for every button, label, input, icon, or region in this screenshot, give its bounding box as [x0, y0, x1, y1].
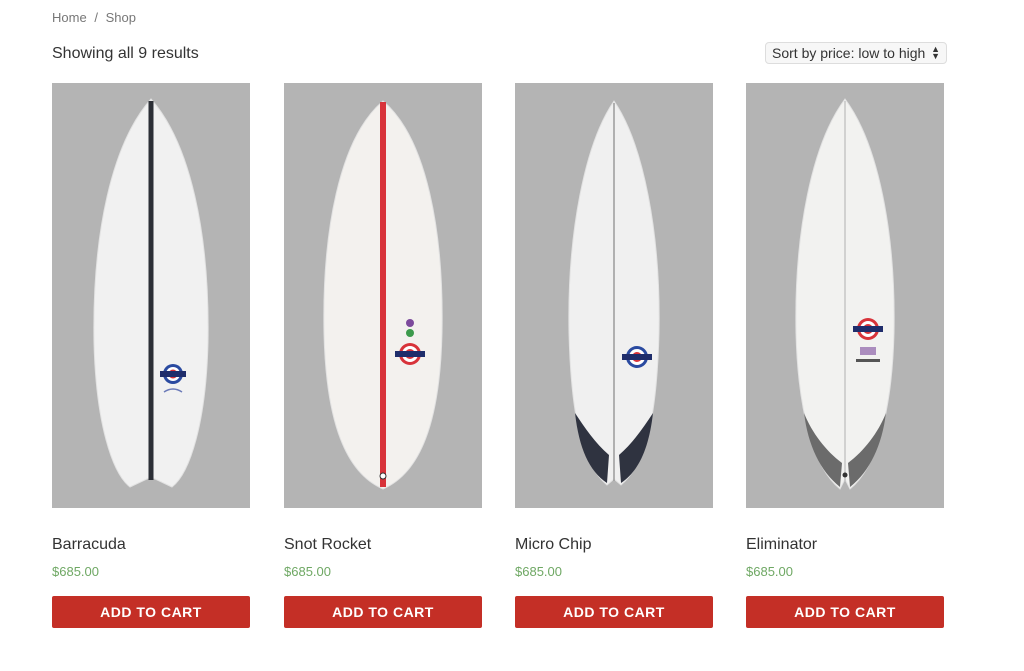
product-price: $685.00: [284, 564, 331, 579]
surfboard-image: [795, 98, 895, 490]
product-title[interactable]: Eliminator: [746, 535, 944, 555]
surfboard-image: [93, 98, 209, 488]
add-to-cart-button[interactable]: ADD TO CART: [515, 596, 713, 628]
product-price: $685.00: [52, 564, 99, 579]
sort-select-label: Sort by price: low to high: [772, 45, 926, 61]
select-arrows-icon: ▲ ▼: [931, 44, 940, 61]
add-to-cart-button[interactable]: ADD TO CART: [746, 596, 944, 628]
product-card: Eliminator $685.00 ADD TO CART: [746, 83, 944, 628]
breadcrumb: Home / Shop: [52, 10, 136, 25]
product-image[interactable]: [746, 83, 944, 508]
product-card: Barracuda $685.00 ADD TO CART: [52, 83, 250, 628]
breadcrumb-home-link[interactable]: Home: [52, 10, 87, 25]
product-price: $685.00: [515, 564, 562, 579]
product-image[interactable]: [515, 83, 713, 508]
breadcrumb-separator: /: [94, 10, 98, 25]
result-count: Showing all 9 results: [52, 45, 199, 62]
product-image[interactable]: [52, 83, 250, 508]
add-to-cart-button[interactable]: ADD TO CART: [284, 596, 482, 628]
surfboard-image: [323, 100, 443, 490]
product-price: $685.00: [746, 564, 793, 579]
product-image[interactable]: [284, 83, 482, 508]
product-title[interactable]: Barracuda: [52, 535, 250, 555]
product-card: Micro Chip $685.00 ADD TO CART: [515, 83, 713, 628]
sort-select[interactable]: Sort by price: low to high ▲ ▼: [765, 42, 947, 64]
surfboard-image: [568, 100, 660, 486]
product-title[interactable]: Snot Rocket: [284, 535, 482, 555]
product-card: Snot Rocket $685.00 ADD TO CART: [284, 83, 482, 628]
product-title[interactable]: Micro Chip: [515, 535, 713, 555]
breadcrumb-current: Shop: [105, 10, 136, 25]
add-to-cart-button[interactable]: ADD TO CART: [52, 596, 250, 628]
